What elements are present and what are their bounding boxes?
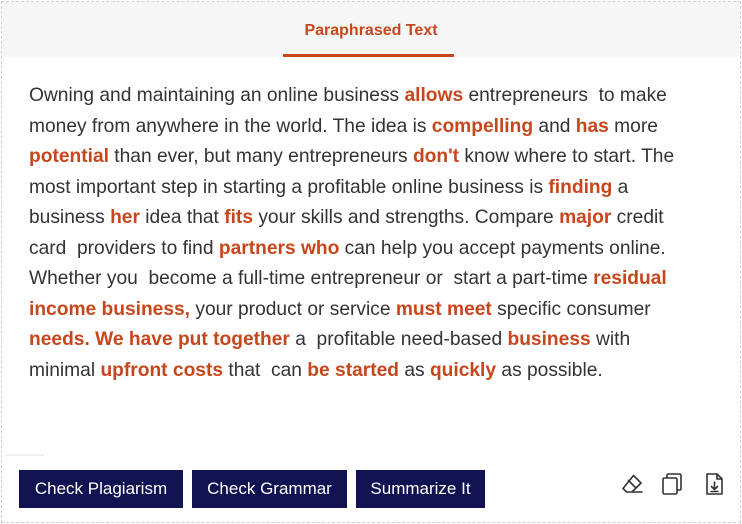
paraphrased-text-body: Owning and maintaining an online busines… (29, 81, 719, 386)
eraser-icon[interactable] (619, 471, 645, 497)
replaced-word[interactable]: upfront costs (100, 360, 223, 381)
text-segment: card providers to find (29, 237, 219, 259)
replaced-word[interactable]: her (110, 207, 140, 228)
replaced-word[interactable]: income business, (29, 299, 190, 320)
text-segment: Owning and maintaining an online busines… (29, 85, 405, 106)
text-segment: your skills and strengths. Compare (252, 207, 560, 228)
text-segment: as (399, 359, 430, 381)
text-line: income business, your product or service… (29, 295, 719, 326)
text-segment: business (29, 207, 111, 228)
replaced-word[interactable]: major (559, 207, 611, 228)
text-line: needs. We have put together a profitable… (29, 325, 719, 356)
text-segment: as possible. (496, 359, 603, 381)
replaced-word[interactable]: has (576, 116, 609, 137)
text-segment: idea that (139, 207, 225, 228)
replaced-word[interactable]: be started (307, 360, 399, 381)
replaced-word[interactable]: potential (29, 146, 109, 167)
text-segment: can help you accept payments online. (339, 237, 666, 259)
replaced-word[interactable]: residual (593, 268, 667, 289)
check-grammar-button[interactable]: Check Grammar (192, 470, 347, 508)
replaced-word[interactable]: don't (413, 146, 459, 167)
replaced-word[interactable]: quickly (430, 360, 496, 381)
check-plagiarism-button[interactable]: Check Plagiarism (19, 470, 183, 508)
text-segment: know where to start. The (459, 146, 675, 167)
active-tab-indicator (283, 54, 454, 57)
text-segment: a (612, 176, 629, 198)
text-segment: more (608, 115, 658, 137)
text-segment: your product or service (190, 298, 396, 320)
replaced-word[interactable]: finding (548, 177, 612, 198)
download-icon[interactable] (701, 471, 727, 497)
text-line: most important step in starting a profit… (29, 173, 719, 204)
text-segment: than ever, but many entrepreneurs (108, 146, 413, 167)
text-segment: with (590, 329, 631, 350)
text-segment: and (533, 115, 576, 137)
text-line: potential than ever, but many entreprene… (29, 142, 719, 173)
replaced-word[interactable]: must meet (396, 299, 492, 320)
replaced-word[interactable]: allows (404, 85, 463, 106)
text-line: business her idea that fits your skills … (29, 203, 719, 234)
text-segment: credit (611, 207, 664, 228)
text-segment: entrepreneurs to make (463, 85, 667, 106)
text-segment: specific consumer (491, 298, 651, 320)
text-line: card providers to find partners who can … (29, 234, 719, 265)
text-segment: a profitable need-based (289, 329, 508, 350)
replaced-word[interactable]: needs. We have put together (29, 329, 290, 350)
paraphrase-panel: Paraphrased Text Owning and maintaining … (1, 1, 741, 523)
text-line: minimal upfront costs that can be starte… (29, 356, 719, 387)
summarize-button[interactable]: Summarize It (356, 470, 485, 508)
copy-icon[interactable] (659, 471, 685, 497)
divider (6, 454, 44, 456)
replaced-word[interactable]: partners who (219, 238, 339, 259)
tab-paraphrased-text[interactable]: Paraphrased Text (2, 22, 740, 40)
text-segment: that can (223, 359, 308, 381)
replaced-word[interactable]: business (507, 329, 590, 350)
text-line: money from anywhere in the world. The id… (29, 112, 719, 143)
text-segment: most important step in starting a profit… (29, 176, 549, 198)
text-segment: Whether you become a full-time entrepren… (29, 268, 594, 289)
replaced-word[interactable]: fits (224, 207, 253, 228)
text-line: Whether you become a full-time entrepren… (29, 264, 719, 295)
text-line: Owning and maintaining an online busines… (29, 81, 719, 112)
tab-bar: Paraphrased Text (2, 2, 740, 57)
replaced-word[interactable]: compelling (432, 116, 533, 137)
text-segment: minimal (29, 359, 101, 381)
text-segment: money from anywhere in the world. The id… (29, 115, 432, 137)
